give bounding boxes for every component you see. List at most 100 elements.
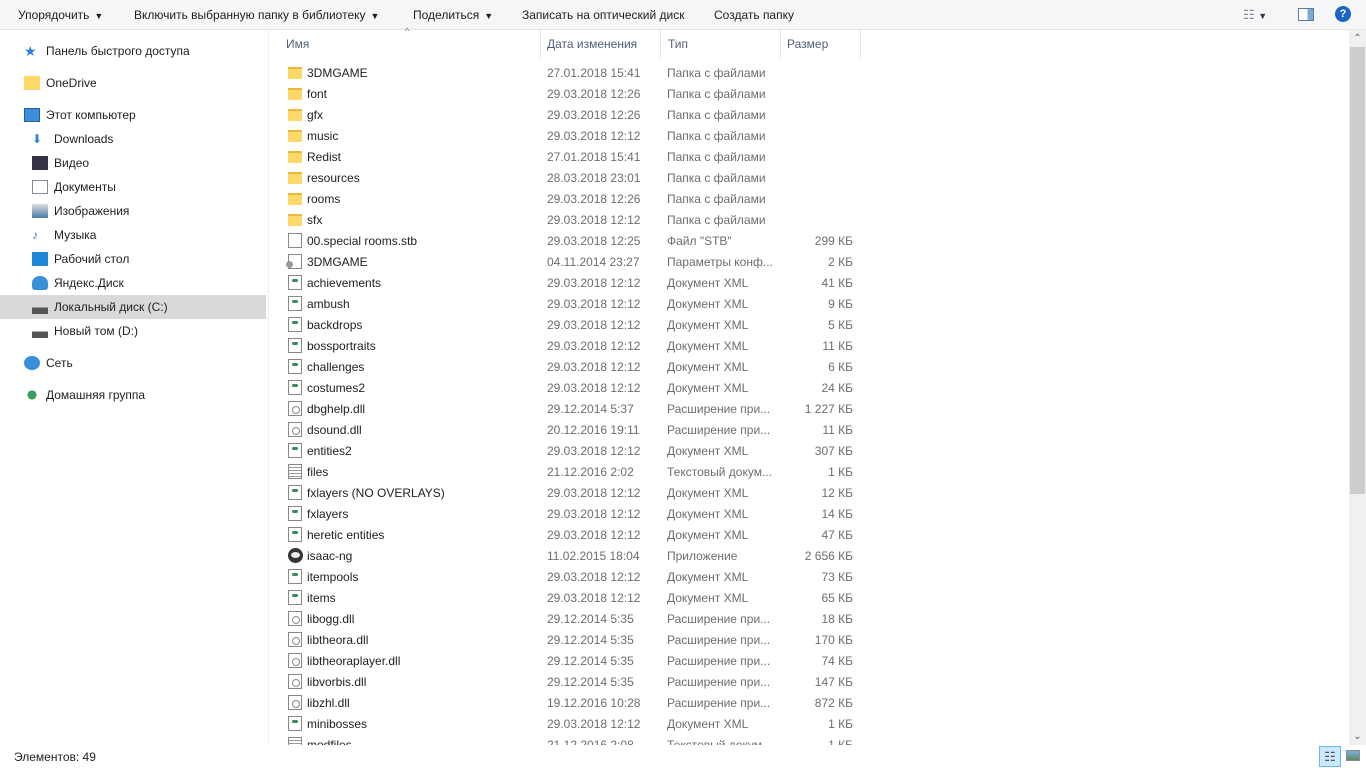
file-row[interactable]: ambush 29.03.2018 12:12 Документ XML 9 К… — [270, 293, 870, 314]
file-row[interactable]: gfx 29.03.2018 12:26 Папка с файлами — [270, 104, 870, 125]
file-name: libzhl.dll — [307, 696, 350, 710]
file-date: 29.03.2018 12:12 — [547, 717, 641, 731]
file-row[interactable]: files 21.12.2016 2:02 Текстовый докум...… — [270, 461, 870, 482]
column-type[interactable]: Тип — [668, 37, 688, 51]
file-row[interactable]: libtheora.dll 29.12.2014 5:35 Расширение… — [270, 629, 870, 650]
include-in-library-button[interactable]: Включить выбранную папку в библиотеку ▼ — [134, 8, 379, 22]
sidebar-item[interactable]: Сеть — [0, 351, 266, 375]
large-icons-view-button[interactable] — [1346, 750, 1360, 761]
file-row[interactable]: rooms 29.03.2018 12:26 Папка с файлами — [270, 188, 870, 209]
config-file-icon — [286, 254, 302, 269]
column-name[interactable]: Имя — [286, 37, 309, 51]
column-divider[interactable] — [660, 30, 661, 58]
file-date: 29.03.2018 12:12 — [547, 591, 641, 605]
file-row[interactable]: music 29.03.2018 12:12 Папка с файлами — [270, 125, 870, 146]
sidebar-item[interactable]: Этот компьютер — [0, 103, 266, 127]
xml-file-icon — [288, 359, 302, 374]
preview-pane-button[interactable] — [1298, 8, 1314, 21]
file-row[interactable]: achievements 29.03.2018 12:12 Документ X… — [270, 272, 870, 293]
pane-divider[interactable] — [268, 30, 269, 745]
file-row[interactable]: itempools 29.03.2018 12:12 Документ XML … — [270, 566, 870, 587]
sidebar-item[interactable]: Видео — [0, 151, 266, 175]
folder-icon — [288, 214, 302, 226]
sidebar-item[interactable]: Домашняя группа — [0, 383, 266, 407]
file-row[interactable]: dsound.dll 20.12.2016 19:11 Расширение п… — [270, 419, 870, 440]
sidebar-item-label: Музыка — [54, 228, 97, 242]
column-divider[interactable] — [780, 30, 781, 58]
xml-file-icon — [288, 569, 302, 584]
file-row[interactable]: items 29.03.2018 12:12 Документ XML 65 К… — [270, 587, 870, 608]
file-date: 29.12.2014 5:37 — [547, 402, 634, 416]
file-row[interactable]: dbghelp.dll 29.12.2014 5:37 Расширение п… — [270, 398, 870, 419]
file-name: 3DMGAME — [307, 255, 368, 269]
file-row[interactable]: libogg.dll 29.12.2014 5:35 Расширение пр… — [270, 608, 870, 629]
sidebar-item[interactable]: Локальный диск (C:) — [0, 295, 266, 319]
xml-file-icon — [288, 380, 302, 395]
sidebar-item-label: Изображения — [54, 204, 130, 218]
file-size: 14 КБ — [821, 507, 853, 521]
file-row[interactable]: sfx 29.03.2018 12:12 Папка с файлами — [270, 209, 870, 230]
file-row[interactable]: bossportraits 29.03.2018 12:12 Документ … — [270, 335, 870, 356]
sidebar-item[interactable]: Рабочий стол — [0, 247, 266, 271]
file-row[interactable]: modfiles 21.12.2016 2:08 Текстовый докум… — [270, 734, 870, 745]
file-date: 21.12.2016 2:02 — [547, 465, 634, 479]
file-row[interactable]: backdrops 29.03.2018 12:12 Документ XML … — [270, 314, 870, 335]
file-row[interactable]: 3DMGAME 04.11.2014 23:27 Параметры конф.… — [270, 251, 870, 272]
file-type: Документ XML — [667, 591, 749, 605]
sidebar-item[interactable]: OneDrive — [0, 71, 266, 95]
file-row[interactable]: 3DMGAME 27.01.2018 15:41 Папка с файлами — [270, 62, 870, 83]
sidebar-item[interactable]: Изображения — [0, 199, 266, 223]
sidebar-item[interactable]: ★ Панель быстрого доступа — [0, 39, 266, 63]
burn-button[interactable]: Записать на оптический диск — [522, 8, 685, 22]
sidebar-item[interactable]: ♪ Музыка — [0, 223, 266, 247]
sidebar-item[interactable]: Яндекс.Диск — [0, 271, 266, 295]
column-size[interactable]: Размер — [787, 37, 828, 51]
scroll-up-button[interactable]: ⌃ — [1349, 30, 1366, 47]
file-type: Текстовый докум... — [667, 738, 772, 745]
share-button[interactable]: Поделиться ▼ — [413, 8, 493, 22]
file-row[interactable]: 00.special rooms.stb 29.03.2018 12:25 Фа… — [270, 230, 870, 251]
file-row[interactable]: fxlayers (NO OVERLAYS) 29.03.2018 12:12 … — [270, 482, 870, 503]
folder-icon — [288, 67, 302, 79]
file-row[interactable]: libtheoraplayer.dll 29.12.2014 5:35 Расш… — [270, 650, 870, 671]
file-row[interactable]: costumes2 29.03.2018 12:12 Документ XML … — [270, 377, 870, 398]
file-name: items — [307, 591, 336, 605]
network-icon — [24, 356, 40, 370]
vertical-scrollbar[interactable]: ⌃ ⌄ — [1349, 30, 1366, 745]
sidebar-item[interactable]: Документы — [0, 175, 266, 199]
column-divider[interactable] — [540, 30, 541, 58]
file-name: libtheora.dll — [307, 633, 369, 647]
new-folder-button[interactable]: Создать папку — [714, 8, 794, 22]
sidebar-item[interactable]: ⬇ Downloads — [0, 127, 266, 151]
file-row[interactable]: fxlayers 29.03.2018 12:12 Документ XML 1… — [270, 503, 870, 524]
file-name: files — [307, 465, 329, 479]
column-divider[interactable] — [860, 30, 861, 58]
column-date[interactable]: Дата изменения — [547, 37, 637, 51]
file-row[interactable]: heretic entities 29.03.2018 12:12 Докуме… — [270, 524, 870, 545]
video-icon — [32, 156, 48, 170]
scrollbar-thumb[interactable] — [1350, 47, 1365, 494]
file-row[interactable]: resources 28.03.2018 23:01 Папка с файла… — [270, 167, 870, 188]
details-view-button[interactable]: ☷ — [1319, 746, 1341, 767]
help-button[interactable]: ? — [1335, 6, 1351, 22]
file-size: 2 КБ — [828, 255, 853, 269]
view-options-button[interactable]: ☷ ▼ — [1243, 7, 1267, 23]
file-row[interactable]: Redist 27.01.2018 15:41 Папка с файлами — [270, 146, 870, 167]
file-row[interactable]: libvorbis.dll 29.12.2014 5:35 Расширение… — [270, 671, 870, 692]
file-name: entities2 — [307, 444, 352, 458]
file-date: 29.03.2018 12:12 — [547, 486, 641, 500]
file-row[interactable]: entities2 29.03.2018 12:12 Документ XML … — [270, 440, 870, 461]
scroll-down-button[interactable]: ⌄ — [1349, 728, 1366, 745]
file-size: 18 КБ — [821, 612, 853, 626]
sidebar-item-label: Документы — [54, 180, 116, 194]
file-row[interactable]: isaac-ng 11.02.2015 18:04 Приложение 2 6… — [270, 545, 870, 566]
organize-button[interactable]: Упорядочить ▼ — [18, 8, 103, 22]
file-row[interactable]: challenges 29.03.2018 12:12 Документ XML… — [270, 356, 870, 377]
file-date: 29.03.2018 12:12 — [547, 507, 641, 521]
homegroup-icon — [24, 388, 40, 402]
file-row[interactable]: font 29.03.2018 12:26 Папка с файлами — [270, 83, 870, 104]
file-row[interactable]: minibosses 29.03.2018 12:12 Документ XML… — [270, 713, 870, 734]
file-row[interactable]: libzhl.dll 19.12.2016 10:28 Расширение п… — [270, 692, 870, 713]
sidebar-item[interactable]: Новый том (D:) — [0, 319, 266, 343]
file-name: libvorbis.dll — [307, 675, 367, 689]
